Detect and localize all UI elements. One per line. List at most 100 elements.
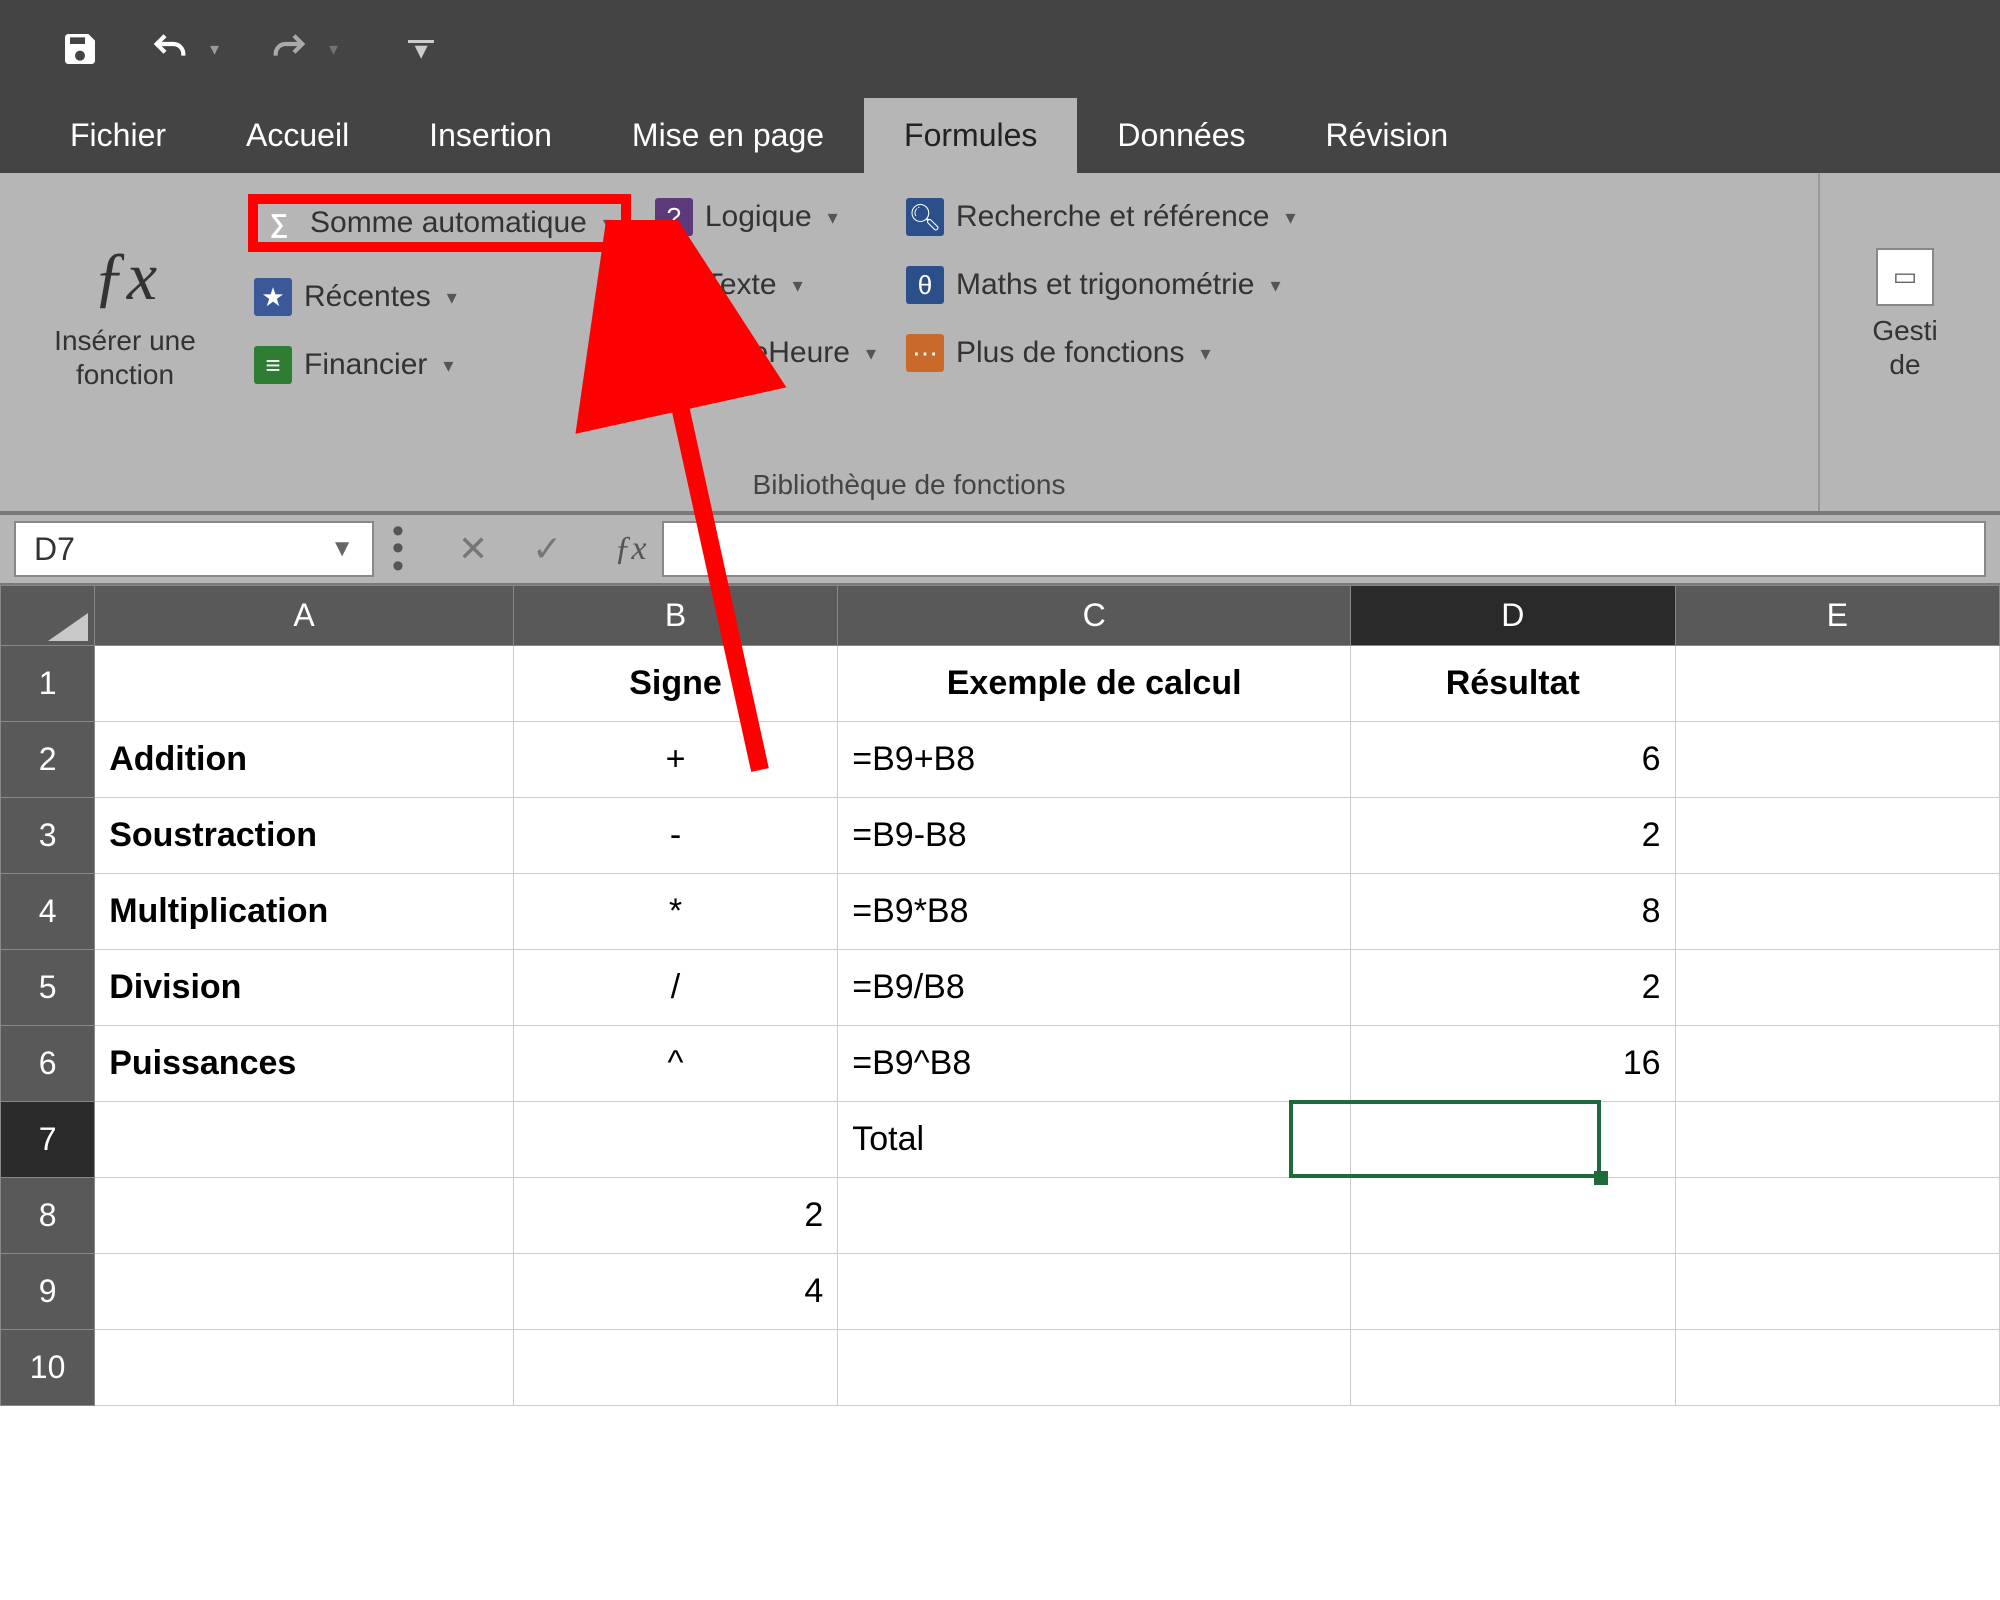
tab-formulas[interactable]: Formules — [864, 98, 1077, 173]
cell[interactable]: 4 — [513, 1254, 837, 1330]
cell[interactable] — [1675, 874, 1999, 950]
tab-insert[interactable]: Insertion — [389, 98, 592, 173]
cell[interactable]: Exemple de calcul — [838, 646, 1351, 722]
cell[interactable] — [838, 1254, 1351, 1330]
undo-icon[interactable] — [150, 29, 190, 69]
cell[interactable]: Soustraction — [95, 798, 514, 874]
cell[interactable]: 6 — [1351, 722, 1675, 798]
name-box[interactable]: D7 ▼ — [14, 521, 374, 577]
cell[interactable]: 16 — [1351, 1026, 1675, 1102]
col-header-d[interactable]: D — [1351, 586, 1675, 646]
cell[interactable]: =B9*B8 — [838, 874, 1351, 950]
cancel-formula-icon[interactable]: ✕ — [458, 528, 488, 570]
formula-input[interactable] — [662, 521, 1986, 577]
cell[interactable] — [95, 1254, 514, 1330]
cell[interactable]: Puissances — [95, 1026, 514, 1102]
cell[interactable]: 2 — [1351, 950, 1675, 1026]
insert-function-button[interactable]: ƒx Insérer une fonction — [20, 188, 230, 441]
name-manager-button[interactable]: ▭ Gestide — [1840, 188, 1980, 441]
cell[interactable]: 2 — [513, 1178, 837, 1254]
cell[interactable] — [513, 1330, 837, 1406]
lookup-button[interactable]: 🔍︎ Recherche et référence ▾ — [900, 194, 1302, 240]
autosum-button[interactable]: ∑ Somme automatique ▾ — [248, 194, 631, 252]
dropdown-icon: ▾ — [828, 205, 838, 230]
cell[interactable]: / — [513, 950, 837, 1026]
cell[interactable]: =B9^B8 — [838, 1026, 1351, 1102]
tab-review[interactable]: Révision — [1285, 98, 1488, 173]
row-header[interactable]: 8 — [1, 1178, 95, 1254]
name-box-dropdown-icon[interactable]: ▼ — [330, 535, 354, 563]
table-row: 3 Soustraction - =B9-B8 2 — [1, 798, 2000, 874]
financial-button[interactable]: ≡ Financier ▾ — [248, 342, 631, 388]
cell[interactable]: Signe — [513, 646, 837, 722]
row-header[interactable]: 4 — [1, 874, 95, 950]
tab-layout[interactable]: Mise en page — [592, 98, 864, 173]
row-header[interactable]: 10 — [1, 1330, 95, 1406]
cell[interactable] — [1675, 1102, 1999, 1178]
cell[interactable]: =B9+B8 — [838, 722, 1351, 798]
fx-icon[interactable]: ƒx — [598, 530, 662, 568]
cell[interactable] — [1351, 1254, 1675, 1330]
cell[interactable]: 2 — [1351, 798, 1675, 874]
row-header[interactable]: 9 — [1, 1254, 95, 1330]
math-button[interactable]: θ Maths et trigonométrie ▾ — [900, 262, 1302, 308]
cell[interactable] — [1351, 1178, 1675, 1254]
row-header[interactable]: 1 — [1, 646, 95, 722]
row-header[interactable]: 7 — [1, 1102, 95, 1178]
cell[interactable]: - — [513, 798, 837, 874]
col-header-a[interactable]: A — [95, 586, 514, 646]
select-all-corner[interactable] — [1, 586, 95, 646]
row-header[interactable]: 3 — [1, 798, 95, 874]
cell[interactable] — [838, 1330, 1351, 1406]
cell[interactable] — [1675, 1026, 1999, 1102]
cell[interactable]: * — [513, 874, 837, 950]
cell[interactable] — [95, 1178, 514, 1254]
cell[interactable] — [95, 1102, 514, 1178]
redo-icon[interactable] — [269, 29, 309, 69]
cell[interactable] — [1351, 1330, 1675, 1406]
cell[interactable]: Multiplication — [95, 874, 514, 950]
cell[interactable]: Résultat — [1351, 646, 1675, 722]
datetime-label: DateHeure — [705, 336, 850, 370]
cell[interactable] — [1675, 1178, 1999, 1254]
col-header-c[interactable]: C — [838, 586, 1351, 646]
more-functions-button[interactable]: ⋯ Plus de fonctions ▾ — [900, 330, 1302, 376]
undo-dropdown-icon[interactable]: ▾ — [210, 39, 219, 60]
cell[interactable]: Addition — [95, 722, 514, 798]
col-header-b[interactable]: B — [513, 586, 837, 646]
cell[interactable] — [95, 1330, 514, 1406]
row-header[interactable]: 5 — [1, 950, 95, 1026]
tab-home[interactable]: Accueil — [206, 98, 389, 173]
cell[interactable]: + — [513, 722, 837, 798]
customize-qat-icon[interactable]: ▾ — [408, 40, 434, 59]
cell[interactable] — [1675, 646, 1999, 722]
cell[interactable] — [95, 646, 514, 722]
cell[interactable]: =B9/B8 — [838, 950, 1351, 1026]
cell[interactable] — [1675, 1254, 1999, 1330]
save-icon[interactable] — [60, 29, 100, 69]
accept-formula-icon[interactable]: ✓ — [532, 528, 562, 570]
redo-dropdown-icon[interactable]: ▾ — [329, 39, 338, 60]
datetime-button[interactable]: ◐ DateHeure ▾ — [649, 330, 882, 376]
row-header[interactable]: 6 — [1, 1026, 95, 1102]
cell[interactable] — [838, 1178, 1351, 1254]
cell[interactable] — [1675, 798, 1999, 874]
cell[interactable]: =B9-B8 — [838, 798, 1351, 874]
row-header[interactable]: 2 — [1, 722, 95, 798]
cell[interactable]: Division — [95, 950, 514, 1026]
cell[interactable]: Total — [838, 1102, 1351, 1178]
cell[interactable] — [1675, 722, 1999, 798]
logical-button[interactable]: ? Logique ▾ — [649, 194, 882, 240]
cell-selected[interactable] — [1351, 1102, 1675, 1178]
tab-file[interactable]: Fichier — [30, 98, 206, 173]
recent-button[interactable]: ★ Récentes ▾ — [248, 274, 631, 320]
col-header-e[interactable]: E — [1675, 586, 1999, 646]
cell[interactable] — [1675, 1330, 1999, 1406]
text-button[interactable]: A Texte ▾ — [649, 262, 882, 308]
cell[interactable] — [1675, 950, 1999, 1026]
cell[interactable]: 8 — [1351, 874, 1675, 950]
cell[interactable] — [513, 1102, 837, 1178]
tab-data[interactable]: Données — [1077, 98, 1285, 173]
cell[interactable]: ^ — [513, 1026, 837, 1102]
formula-bar: D7 ▼ ••• ✕ ✓ ƒx — [0, 513, 2000, 585]
